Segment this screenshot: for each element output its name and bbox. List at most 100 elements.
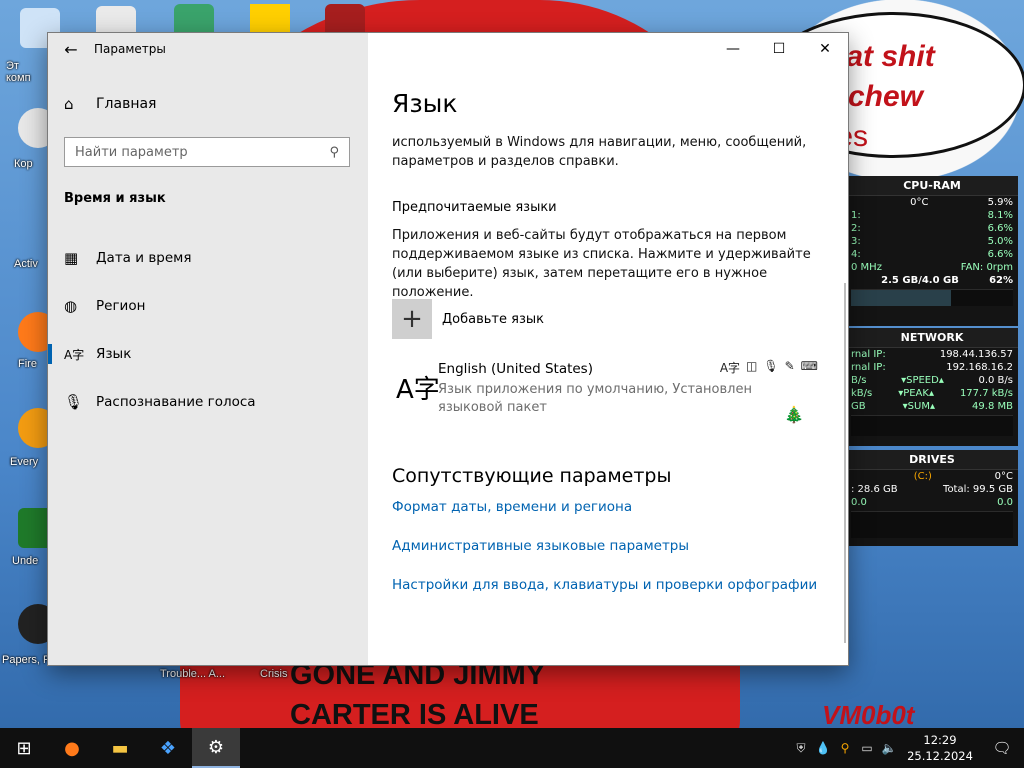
network-icon[interactable]: ▭ xyxy=(856,741,878,755)
scrollbar[interactable] xyxy=(844,283,846,643)
speed-value: 0.0 B/s xyxy=(978,375,1013,386)
related-settings-title: Сопутствующие параметры xyxy=(392,465,672,487)
intro-text: используемый в Windows для навигации, ме… xyxy=(392,135,807,169)
defender-icon[interactable]: ⛨ xyxy=(790,741,812,756)
language-name: English (United States) xyxy=(438,361,593,377)
external-ip: 198.44.136.57 xyxy=(939,349,1013,360)
drive-total: Total: 99.5 GB xyxy=(943,484,1013,495)
drop-icon[interactable]: 💧 xyxy=(812,741,834,755)
desktop-icon-label: Every xyxy=(10,456,39,468)
text-to-speech-icon: ◫ xyxy=(746,359,758,373)
core-label: 3: xyxy=(851,236,861,247)
peak-left: kB/s xyxy=(851,388,873,399)
maximize-button[interactable]: ☐ xyxy=(756,33,802,65)
gear-icon: ⚙ xyxy=(207,736,225,758)
drive-graph xyxy=(851,511,1013,538)
microphone-icon: 🎙 xyxy=(64,393,84,411)
notifications-button[interactable]: 🗨 xyxy=(980,739,1024,757)
drives-widget: DRIVES (C:) 0°C : 28.6 GB Total: 99.5 GB 0… xyxy=(846,450,1018,546)
taskbar-app[interactable]: ❖ xyxy=(144,728,192,768)
windows-logo-icon: ⊞ xyxy=(16,737,32,759)
nav-item-label: Регион xyxy=(96,298,146,314)
cpu-core-row: 4: 6.6% xyxy=(846,248,1018,261)
core-value: 5.0% xyxy=(987,236,1013,247)
drive-activity-row: 0.0 0.0 xyxy=(846,496,1018,509)
search-tray-icon[interactable]: ⚲ xyxy=(834,741,856,755)
link-date-region-format[interactable]: Формат даты, времени и региона xyxy=(392,499,632,515)
internal-ip: 192.168.16.2 xyxy=(946,362,1013,373)
desktop-icon-label: Trouble... A... xyxy=(160,668,226,680)
speed-row: B/s ▾SPEED▴ 0.0 B/s xyxy=(846,374,1018,387)
taskbar-settings[interactable]: ⚙ xyxy=(192,728,240,768)
ram-row: 2.5 GB/4.0 GB 62% xyxy=(846,274,1018,287)
nav-item-speech[interactable]: 🎙 Распознавание голоса xyxy=(64,386,256,418)
clock-time: 12:29 xyxy=(923,733,957,747)
preferred-languages-heading: Предпочитаемые языки xyxy=(392,200,557,215)
nav-home-label: Главная xyxy=(96,96,157,112)
drive-read: 0.0 xyxy=(851,497,867,508)
nav-item-region[interactable]: ◍ Регион xyxy=(64,290,145,322)
minimize-button[interactable]: — xyxy=(710,33,756,65)
close-icon: ✕ xyxy=(819,41,831,57)
language-list-item[interactable]: A字 English (United States) Язык приложен… xyxy=(392,359,822,424)
link-typing-keyboard-spelling[interactable]: Настройки для ввода, клавиатуры и провер… xyxy=(392,577,817,593)
plus-icon: + xyxy=(392,299,432,339)
microphone-icon: 🎙 xyxy=(763,359,779,373)
network-widget: NETWORK rnal IP: 198.44.136.57 rnal IP: 19… xyxy=(846,328,1018,446)
desktop-icon-label: Эт комп xyxy=(6,60,31,84)
peak-value: 177.7 kB/s xyxy=(959,388,1013,399)
nav-item-label: Дата и время xyxy=(96,250,192,266)
display-language-icon: A字 xyxy=(719,361,741,375)
desktop-icon-label: Fire xyxy=(18,358,37,370)
clock[interactable]: 12:29 25.12.2024 xyxy=(900,732,980,764)
settings-window: ← Параметры ⌂ Главная Найти параметр ⚲ В… xyxy=(48,33,848,665)
desktop-icon-label: Crisis xyxy=(260,668,288,680)
taskbar-firefox[interactable]: ● xyxy=(48,728,96,768)
back-button[interactable]: ← xyxy=(48,33,94,65)
volume-icon[interactable]: 🔈 xyxy=(878,741,900,755)
keyboard-icon: ⌨ xyxy=(800,359,818,373)
close-button[interactable]: ✕ xyxy=(802,33,848,65)
nav-item-date-time[interactable]: ▦ Дата и время xyxy=(64,242,191,274)
desktop-icon-label: Unde xyxy=(12,555,39,567)
drive-temp: 0°C xyxy=(994,471,1013,482)
app-icon: ❖ xyxy=(159,737,177,759)
taskbar: ⊞ ● ▬ ❖ ⚙ ⛨ 💧 ⚲ ▭ 🔈 12:29 25.12.2024 🗨 xyxy=(0,728,1024,768)
folder-icon: ▬ xyxy=(111,737,129,759)
desktop-icon-label: Papers, P xyxy=(2,654,51,666)
settings-content: — ☐ ✕ Язык используемый в Windows для на… xyxy=(368,33,848,665)
core-label: 1: xyxy=(851,210,861,221)
maximize-icon: ☐ xyxy=(772,41,786,57)
nav-item-label: Распознавание голоса xyxy=(96,394,256,410)
search-input[interactable]: Найти параметр ⚲ xyxy=(64,137,350,167)
sum-label: ▾SUM▴ xyxy=(902,401,935,412)
search-placeholder: Найти параметр xyxy=(75,144,188,160)
ram-fill xyxy=(851,290,952,306)
sum-row: GB ▾SUM▴ 49.8 MB xyxy=(846,400,1018,413)
start-button[interactable]: ⊞ xyxy=(0,728,48,768)
drive-usage-row: : 28.6 GB Total: 99.5 GB xyxy=(846,483,1018,496)
system-tray: ⛨ 💧 ⚲ ▭ 🔈 12:29 25.12.2024 🗨 xyxy=(790,728,1024,768)
drive-letter: (C:) xyxy=(913,471,932,482)
peak-label: ▾PEAK▴ xyxy=(898,388,934,399)
drive-used: : 28.6 GB xyxy=(851,484,898,495)
add-language-button[interactable]: + Добавьте язык xyxy=(392,299,544,339)
window-controls: — ☐ ✕ xyxy=(710,33,848,65)
link-admin-language-settings[interactable]: Административные языковые параметры xyxy=(392,538,689,554)
nav-item-label: Язык xyxy=(96,346,132,362)
external-ip-row: rnal IP: 198.44.136.57 xyxy=(846,348,1018,361)
back-arrow-icon: ← xyxy=(64,39,78,59)
globe-icon: ◍ xyxy=(64,297,78,315)
nav-home[interactable]: ⌂ Главная xyxy=(64,95,156,113)
title-bar: ← Параметры xyxy=(48,33,368,65)
cpu-core-row: 2: 6.6% xyxy=(846,222,1018,235)
ram-percent: 62% xyxy=(989,275,1013,286)
taskbar-explorer[interactable]: ▬ xyxy=(96,728,144,768)
cpu-total-row: 0°C 5.9% xyxy=(846,196,1018,209)
ram-usage: 2.5 GB/4.0 GB xyxy=(881,275,959,286)
cpu-core-row: 1: 8.1% xyxy=(846,209,1018,222)
section-title: Время и язык xyxy=(64,191,166,206)
nav-item-language[interactable]: A字 Язык xyxy=(48,338,132,370)
internal-ip-row: rnal IP: 192.168.16.2 xyxy=(846,361,1018,374)
wallpaper-poster-text: GONE AND JIMMY CARTER IS ALIVE xyxy=(290,655,620,735)
